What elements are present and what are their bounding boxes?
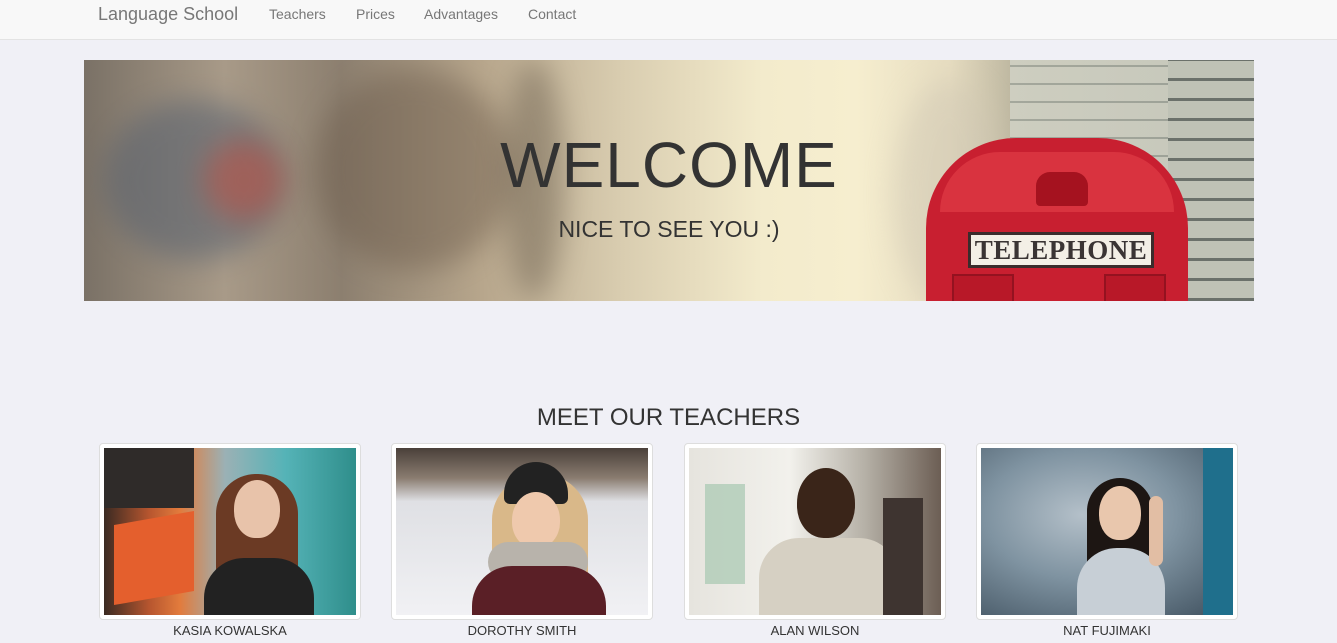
hero-banner: TELEPHONE WELCOME NICE TO SEE YOU :) (84, 60, 1254, 301)
teacher-card[interactable] (684, 443, 946, 620)
navbar: Language School Teachers Prices Advantag… (0, 0, 1337, 40)
photo-shape (1099, 486, 1141, 540)
nav-link-teachers[interactable]: Teachers (269, 6, 326, 22)
photo-shape (883, 498, 923, 615)
teacher-photo[interactable] (104, 448, 356, 615)
teacher-photo[interactable] (689, 448, 941, 615)
teacher-name: NAT FUJIMAKI (1063, 623, 1151, 638)
teacher-name: ALAN WILSON (770, 623, 860, 638)
brand-link[interactable]: Language School (98, 4, 238, 25)
teacher-name: DOROTHY SMITH (467, 623, 577, 638)
photo-shape (759, 538, 899, 615)
teacher-photo[interactable] (981, 448, 1233, 615)
teacher-name: KASIA KOWALSKA (173, 623, 287, 638)
photo-shape (104, 448, 194, 508)
teachers-section-title: MEET OUR TEACHERS (536, 404, 801, 431)
nav-link-contact[interactable]: Contact (528, 6, 576, 22)
photo-shape (797, 468, 855, 538)
teacher-card[interactable] (976, 443, 1238, 620)
teacher-card[interactable] (99, 443, 361, 620)
photo-shape (472, 566, 606, 615)
photo-shape (1203, 448, 1233, 615)
hero-title: WELCOME (500, 129, 838, 201)
teacher-photo[interactable] (396, 448, 648, 615)
photo-shape (512, 492, 560, 548)
nav-link-advantages[interactable]: Advantages (424, 6, 498, 22)
booth-window (1104, 274, 1166, 301)
photo-shape (114, 510, 194, 606)
nav-link-prices[interactable]: Prices (356, 6, 395, 22)
photo-shape (1149, 496, 1163, 566)
teacher-card[interactable] (391, 443, 653, 620)
photo-shape (204, 558, 314, 615)
photo-shape (705, 484, 745, 584)
photo-shape (234, 480, 280, 538)
booth-window (952, 274, 1014, 301)
hero-subtitle: NICE TO SEE YOU :) (558, 216, 780, 242)
